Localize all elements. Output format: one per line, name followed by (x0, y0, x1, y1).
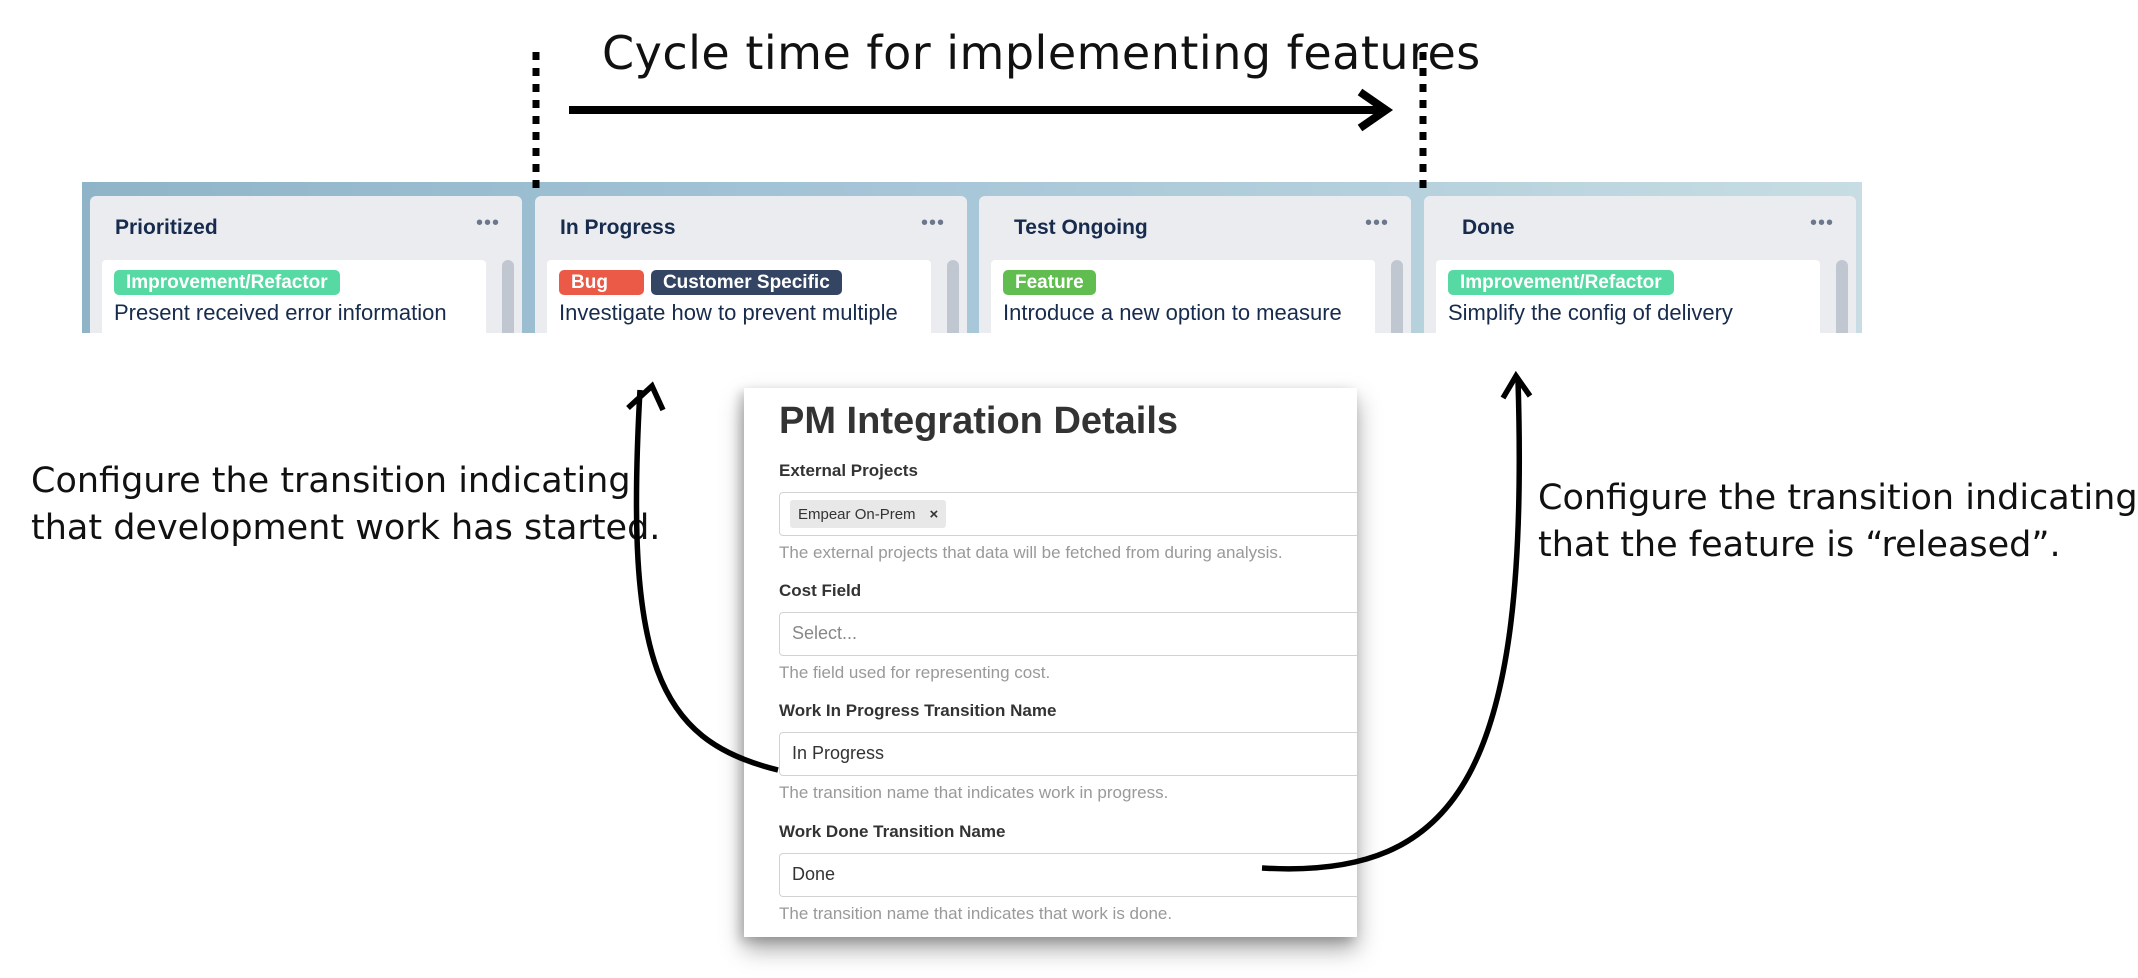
card[interactable]: Improvement/Refactor Simplify the config… (1436, 260, 1820, 333)
tag-improvement-refactor: Improvement/Refactor (114, 270, 340, 295)
cost-field-placeholder: Select... (792, 623, 858, 643)
external-projects-help: The external projects that data will be … (779, 543, 1283, 562)
cost-field-select[interactable]: Select... (779, 612, 1357, 656)
done-transition-label: Work Done Transition Name (779, 822, 1006, 841)
tag-improvement-refactor: Improvement/Refactor (1448, 270, 1674, 295)
column-scrollbar[interactable] (947, 260, 959, 333)
annotation-right-line-2: that the feature is “released”. (1538, 525, 2061, 565)
column-menu-icon[interactable]: ••• (476, 212, 500, 235)
cycle-time-arrow (569, 88, 1394, 132)
column-title: Done (1462, 216, 1515, 239)
annotation-right-line-1: Configure the transition indicating (1538, 478, 2138, 518)
annotation-left-line-1: Configure the transition indicating (31, 461, 631, 501)
annotation-left: Configure the transition indicating that… (31, 458, 660, 552)
column-menu-icon[interactable]: ••• (921, 212, 945, 235)
external-projects-input[interactable]: Empear On-Prem × (779, 492, 1357, 536)
panel-title: PM Integration Details (779, 400, 1179, 442)
kanban-board: Prioritized ••• Improvement/Refactor Pre… (82, 182, 1862, 333)
column-scrollbar[interactable] (502, 260, 514, 333)
done-transition-input[interactable]: Done (779, 853, 1357, 897)
card-title: Simplify the config of delivery (1448, 300, 1733, 325)
card[interactable]: Feature Introduce a new option to measur… (991, 260, 1375, 333)
column-scrollbar[interactable] (1391, 260, 1403, 333)
card[interactable]: Bug Customer Specific Investigate how to… (547, 260, 931, 333)
column-title: Prioritized (115, 216, 218, 239)
tag-customer-specific: Customer Specific (650, 270, 842, 295)
tag-bug: Bug (559, 270, 644, 295)
column-scrollbar[interactable] (1836, 260, 1848, 333)
card[interactable]: Improvement/Refactor Present received er… (102, 260, 486, 333)
external-projects-label: External Projects (779, 461, 918, 480)
done-transition-help: The transition name that indicates that … (779, 904, 1173, 923)
card-title: Present received error information (114, 300, 447, 325)
tag-feature: Feature (1003, 270, 1096, 295)
wip-transition-help: The transition name that indicates work … (779, 783, 1169, 802)
cycle-time-title: Cycle time for implementing features (602, 26, 1481, 80)
pm-integration-panel: PM Integration Details External Projects… (744, 388, 1357, 937)
column-title: Test Ongoing (1014, 216, 1148, 239)
cost-field-label: Cost Field (779, 581, 862, 600)
column-prioritized: Prioritized ••• Improvement/Refactor Pre… (90, 196, 522, 333)
column-title: In Progress (560, 216, 676, 239)
card-title: Investigate how to prevent multiple (559, 300, 898, 325)
wip-transition-label: Work In Progress Transition Name (779, 701, 1057, 720)
remove-chip-icon[interactable]: × (930, 506, 939, 523)
column-done: Done ••• Improvement/Refactor Simplify t… (1424, 196, 1856, 333)
cost-field-help: The field used for representing cost. (779, 663, 1051, 682)
project-chip: Empear On-Prem × (790, 500, 947, 528)
annotation-right: Configure the transition indicating that… (1538, 475, 2138, 569)
column-test-ongoing: Test Ongoing ••• Feature Introduce a new… (979, 196, 1411, 333)
project-chip-label: Empear On-Prem (798, 505, 916, 523)
wip-transition-input[interactable]: In Progress (779, 732, 1357, 776)
card-title: Introduce a new option to measure (1003, 300, 1342, 325)
annotation-left-line-2: that development work has started. (31, 508, 661, 548)
wip-transition-value: In Progress (792, 743, 885, 763)
done-transition-value: Done (792, 864, 836, 884)
column-menu-icon[interactable]: ••• (1810, 212, 1834, 235)
column-in-progress: In Progress ••• Bug Customer Specific In… (535, 196, 967, 333)
column-menu-icon[interactable]: ••• (1365, 212, 1389, 235)
